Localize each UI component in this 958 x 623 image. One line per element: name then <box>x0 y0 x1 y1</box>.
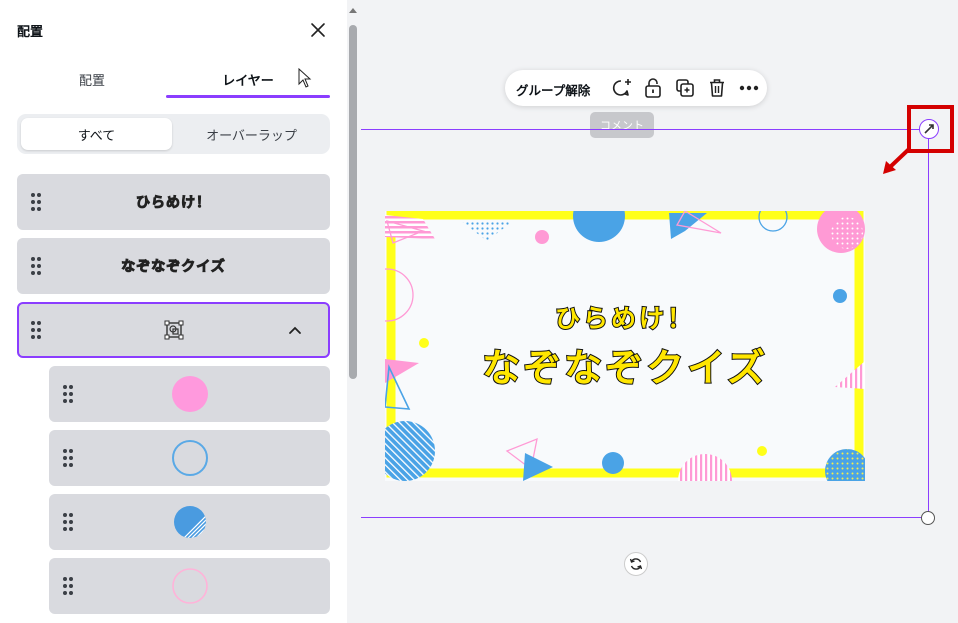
duplicate-button[interactable] <box>674 77 696 99</box>
resize-handle-bottom-right[interactable] <box>921 511 935 525</box>
red-annotation-arrow-icon <box>883 148 910 174</box>
scroll-up-arrow-icon[interactable] <box>348 5 358 15</box>
layer-preview-text: なぞなぞクイズ <box>121 259 226 276</box>
tab-arrange[interactable]: 配置 <box>17 62 167 96</box>
layer-row-text-hirameke[interactable]: ひらめけ！ <box>17 174 330 230</box>
slide-title-line2: なぞなぞクイズ <box>481 345 768 391</box>
scrollbar-thumb[interactable] <box>349 25 357 379</box>
layer-row-group[interactable] <box>17 302 330 358</box>
active-tab-indicator <box>166 95 330 98</box>
layers-panel: 配置 配置 レイヤー すべて オーバーラップ ひらめけ！ なぞなぞクイズ <box>0 0 347 623</box>
filter-all-button[interactable]: すべて <box>21 118 172 150</box>
group-icon <box>164 320 183 340</box>
chevron-up-icon[interactable] <box>288 325 302 335</box>
more-icon <box>739 85 759 91</box>
rotate-button[interactable] <box>624 552 648 576</box>
pink-ring-icon <box>171 568 208 604</box>
panel-title: 配置 <box>17 25 44 40</box>
comment-add-button[interactable] <box>611 77 633 99</box>
ungroup-button[interactable]: グループ解除 <box>516 80 590 99</box>
trash-icon <box>710 79 724 97</box>
lock-button[interactable] <box>642 77 664 99</box>
panel-scrollbar[interactable] <box>348 5 358 623</box>
delete-button[interactable] <box>706 77 728 99</box>
duplicate-icon <box>676 79 694 97</box>
close-button[interactable] <box>305 18 331 42</box>
lock-icon <box>645 78 661 98</box>
panel-tabs: 配置 レイヤー <box>17 62 330 98</box>
blue-striped-circle-icon <box>173 506 206 538</box>
layer-row-blue-ring[interactable] <box>49 430 330 486</box>
selection-toolbar: グループ解除 <box>505 70 767 106</box>
blue-ring-icon <box>171 440 208 476</box>
comment-add-icon <box>612 79 631 96</box>
layer-row-text-nazonazo[interactable]: なぞなぞクイズ <box>17 238 330 294</box>
close-icon <box>311 23 325 37</box>
quiz-slide-design[interactable]: ひらめけ！ なぞなぞクイズ <box>385 211 865 481</box>
layer-row-pink-circle[interactable] <box>49 366 330 422</box>
expand-icon <box>924 124 934 134</box>
more-options-button[interactable] <box>738 77 760 99</box>
rotate-icon <box>629 558 643 570</box>
layer-row-blue-striped-circle[interactable] <box>49 494 330 550</box>
mouse-cursor-icon <box>298 68 312 88</box>
layer-row-pink-ring[interactable] <box>49 558 330 614</box>
layer-preview-text: ひらめけ！ <box>136 195 211 212</box>
resize-handle-top-right[interactable] <box>919 119 939 139</box>
filter-overlap-button[interactable]: オーバーラップ <box>177 118 326 150</box>
pink-circle-icon <box>171 376 208 412</box>
slide-title-line1: ひらめけ！ <box>554 303 695 334</box>
layer-filter-segmented: すべて オーバーラップ <box>17 114 330 154</box>
